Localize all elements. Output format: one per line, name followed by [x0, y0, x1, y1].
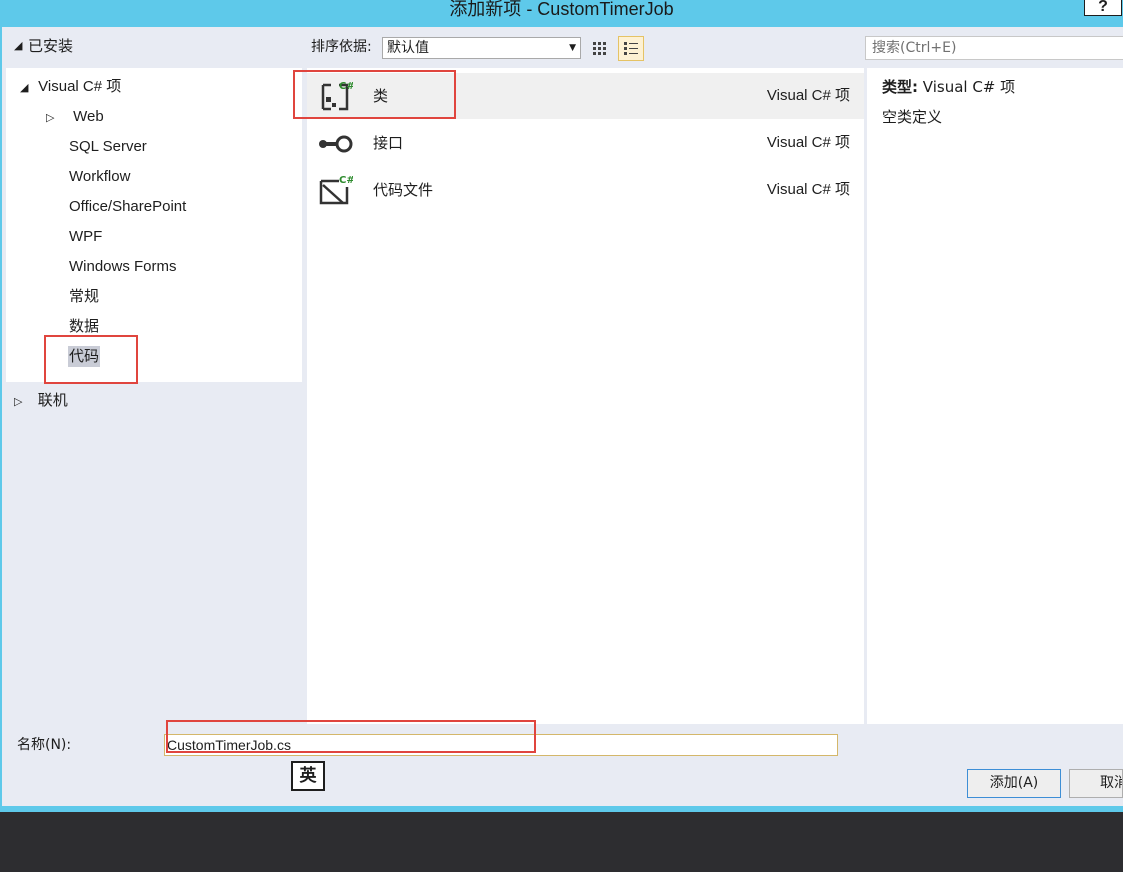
tree-item-label: 常规 [69, 288, 100, 305]
template-type: Visual C# 项 [766, 87, 850, 104]
tree-item-label: WPF [69, 228, 103, 245]
collapsed-triangle-icon: ▷ [14, 395, 23, 408]
tree-item-label: Web [73, 108, 104, 125]
small-icons-view-button[interactable] [587, 36, 613, 61]
title-bar: 添加新项 - CustomTimerJob ? [0, 0, 1123, 26]
cancel-button[interactable]: 取消 [1069, 769, 1123, 798]
highlight-box-name [166, 720, 536, 753]
interface-icon [319, 135, 353, 153]
tree-item-web[interactable]: ▷ Web [46, 102, 104, 132]
sort-by-value: 默认值 [387, 40, 429, 56]
highlight-box-code [44, 335, 138, 384]
tree-item-windows-forms[interactable]: Windows Forms [69, 252, 177, 282]
list-view-icon [624, 41, 638, 55]
sort-by-select[interactable]: 默认值 ▼ [382, 37, 581, 59]
collapsed-triangle-icon: ▷ [46, 112, 55, 124]
detail-type-value: Visual C# 项 [922, 78, 1016, 96]
sort-by-label: 排序依据: [311, 39, 372, 55]
installed-header[interactable]: ◢ 已安装 [2, 27, 304, 63]
tree-item-label: Office/SharePoint [69, 198, 187, 215]
detail-description: 空类定义 [882, 108, 943, 126]
list-view-button[interactable] [618, 36, 644, 61]
tree-item-label: Windows Forms [69, 258, 177, 275]
template-type: Visual C# 项 [766, 134, 850, 151]
template-row-interface[interactable]: 接口 Visual C# 项 [307, 120, 864, 166]
template-type: Visual C# 项 [766, 181, 850, 198]
name-label: 名称(N): [17, 737, 72, 753]
help-button[interactable]: ? [1084, 0, 1122, 16]
tree-item-workflow[interactable]: Workflow [69, 162, 130, 192]
ime-mode-indicator[interactable]: 英 [291, 761, 325, 791]
tree-item-visual-csharp[interactable]: ◢ Visual C# 项 [20, 72, 121, 102]
add-new-item-dialog: 添加新项 - CustomTimerJob ? ◢ 已安装 ◢ Visual C… [0, 0, 1123, 812]
online-label: 联机 [37, 391, 68, 409]
tree-item-general[interactable]: 常规 [69, 282, 99, 312]
tree-item-label: 数据 [69, 318, 100, 335]
template-name: 接口 [373, 134, 404, 152]
add-button[interactable]: 添加(A) [967, 769, 1061, 798]
tree-item-sql-server[interactable]: SQL Server [69, 132, 147, 162]
highlight-box-class [293, 70, 456, 119]
code-file-icon: C# [319, 175, 353, 205]
search-input[interactable]: 搜索(Ctrl+E) [865, 36, 1123, 60]
tree-item-label: Workflow [69, 168, 131, 185]
tree-item-label: SQL Server [69, 138, 147, 155]
detail-type-line: 类型: Visual C# 项 [882, 76, 1015, 98]
svg-text:C#: C# [339, 175, 353, 186]
template-row-code-file[interactable]: C# 代码文件 Visual C# 项 [307, 167, 864, 213]
detail-panel: 类型: Visual C# 项 空类定义 [867, 68, 1123, 724]
tree-item-office-sharepoint[interactable]: Office/SharePoint [69, 192, 186, 222]
grid-view-icon [593, 41, 606, 55]
online-header[interactable]: ▷ 联机 [14, 385, 68, 415]
installed-label: 已安装 [28, 36, 74, 55]
template-list: C# 类 Visual C# 项 接口 Visual C# 项 C# [307, 68, 864, 724]
dialog-title: 添加新项 - CustomTimerJob [449, 0, 674, 19]
dropdown-arrow-icon: ▼ [569, 43, 576, 53]
tree-item-wpf[interactable]: WPF [69, 222, 102, 252]
expanded-triangle-icon: ◢ [20, 82, 29, 94]
tree-item-label: Visual C# 项 [38, 78, 122, 95]
expanded-triangle-icon: ◢ [14, 38, 23, 52]
template-name: 代码文件 [373, 181, 434, 199]
dialog-body: ◢ 已安装 ◢ Visual C# 项 ▷ Web SQL Server Wor… [2, 27, 1123, 806]
detail-type-label: 类型: [882, 78, 918, 96]
